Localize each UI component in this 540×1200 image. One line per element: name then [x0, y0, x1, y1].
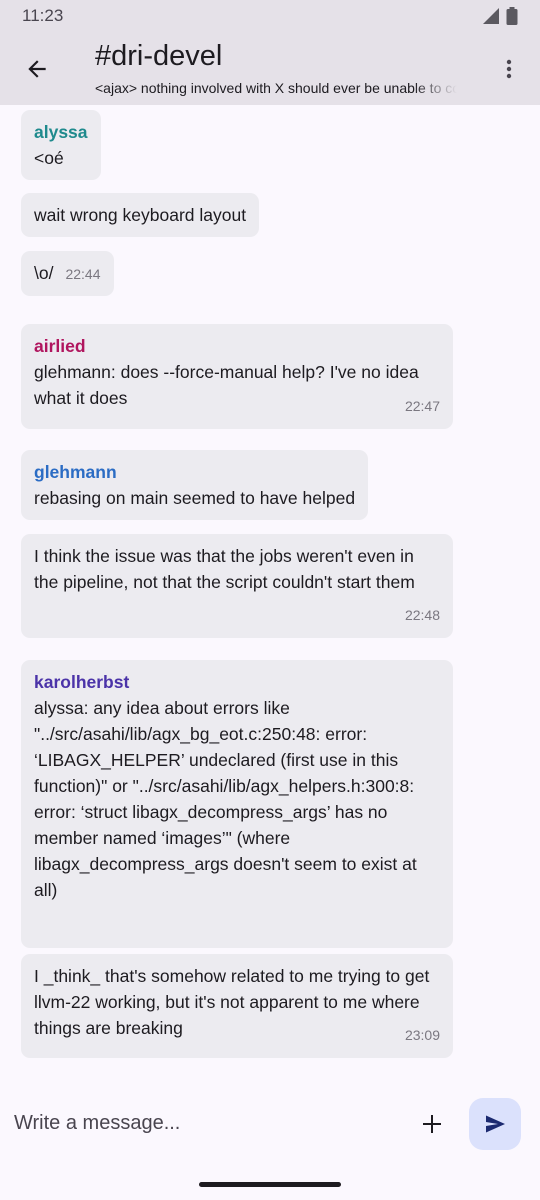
gesture-navigation-bar[interactable] [199, 1182, 341, 1187]
channel-topic: <ajax> nothing involved with X should ev… [95, 80, 457, 96]
send-button[interactable] [469, 1098, 521, 1150]
message-text: wait wrong keyboard layout [34, 205, 247, 225]
message-text: \o/ [34, 263, 54, 283]
message-sender[interactable]: glehmann [34, 459, 355, 485]
message-timestamp: 23:09 [404, 1027, 440, 1043]
signal-icon [483, 8, 499, 24]
message-sender[interactable]: alyssa [34, 119, 88, 145]
more-vert-icon [506, 59, 512, 79]
overflow-menu-button[interactable] [488, 46, 530, 92]
message-timestamp: 22:47 [404, 398, 440, 414]
message-text: rebasing on main seemed to have helped [34, 488, 356, 508]
status-bar: 11:23 [0, 0, 540, 32]
message-sender[interactable]: karolherbst [34, 669, 440, 695]
send-icon [486, 1115, 505, 1133]
message-text: <oé [34, 148, 64, 168]
message-bubble[interactable]: wait wrong keyboard layout [21, 193, 260, 237]
add-attachment-button[interactable] [408, 1098, 456, 1150]
message-text: I _think_ that's somehow related to me t… [34, 966, 430, 1038]
message-sender[interactable]: airlied [34, 333, 440, 359]
back-button[interactable] [14, 46, 60, 92]
status-time: 11:23 [22, 6, 64, 25]
channel-header: #dri-devel <ajax> nothing involved with … [0, 32, 540, 105]
message-input[interactable] [0, 1098, 400, 1148]
arrow-back-icon [28, 60, 46, 78]
message-bubble[interactable]: alyssa <oé [21, 110, 101, 180]
message-bubble[interactable]: I think the issue was that the jobs were… [21, 534, 453, 638]
message-text: alyssa: any idea about errors like "../s… [34, 698, 417, 900]
status-icons [482, 7, 518, 25]
channel-title[interactable]: #dri-devel [95, 40, 222, 73]
message-text: I think the issue was that the jobs were… [34, 546, 415, 592]
message-timestamp: 22:48 [404, 607, 440, 623]
message-timestamp: 22:44 [65, 266, 101, 282]
message-bubble[interactable]: \o/ 22:44 [21, 251, 114, 296]
message-bubble[interactable]: I _think_ that's somehow related to me t… [21, 954, 453, 1058]
battery-icon [506, 7, 518, 25]
message-bubble[interactable]: airlied glehmann: does --force-manual he… [21, 324, 453, 429]
message-bubble[interactable]: glehmann rebasing on main seemed to have… [21, 450, 369, 520]
message-bubble[interactable]: karolherbst alyssa: any idea about error… [21, 660, 453, 948]
message-timeline[interactable]: alyssa <oé wait wrong keyboard layout \o… [0, 105, 540, 1080]
message-text: glehmann: does --force-manual help? I've… [34, 362, 419, 408]
plus-icon [423, 1115, 441, 1133]
